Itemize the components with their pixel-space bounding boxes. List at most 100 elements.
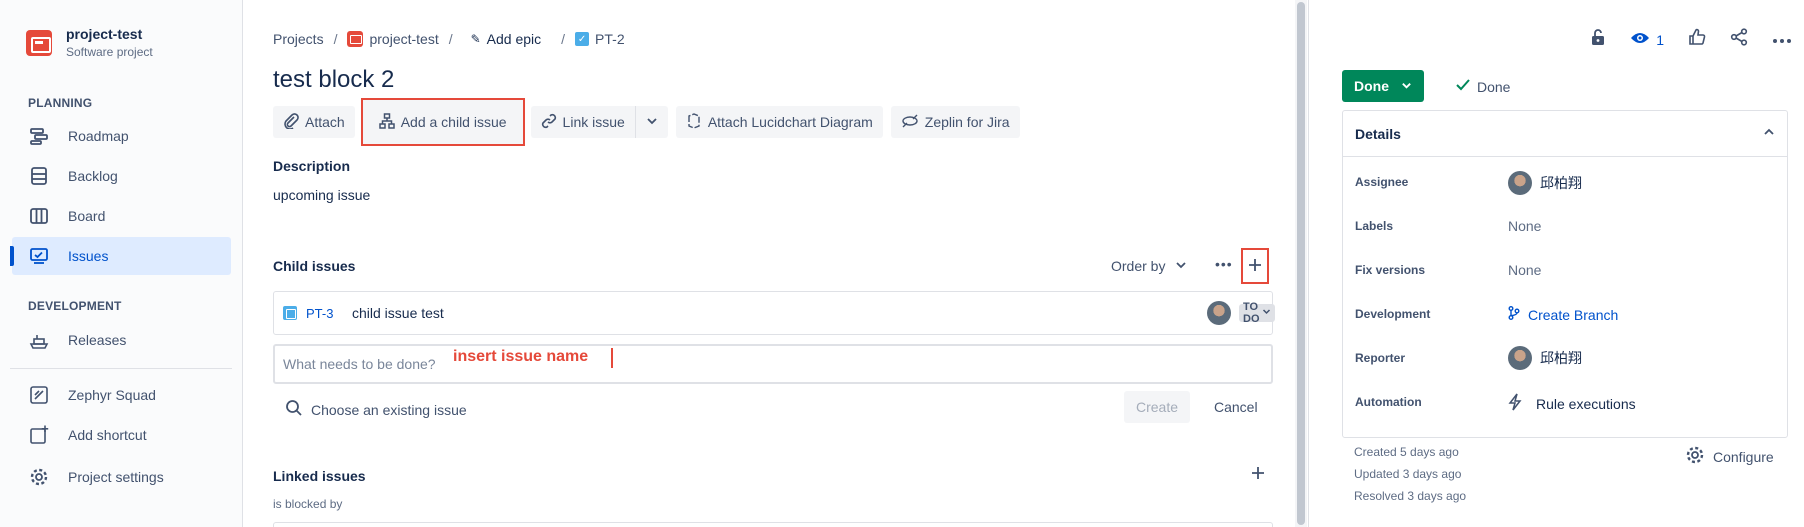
link-issue-dropdown[interactable] xyxy=(634,106,668,138)
sidebar-item-board[interactable]: Board xyxy=(12,197,231,235)
breadcrumb-separator: / xyxy=(333,31,338,47)
plus-icon xyxy=(1248,255,1262,278)
labels-value[interactable]: None xyxy=(1508,218,1541,234)
create-button[interactable]: Create xyxy=(1124,391,1191,423)
board-icon xyxy=(28,205,50,227)
add-child-issue-label: Add a child issue xyxy=(400,114,507,130)
issue-title[interactable]: test block 2 xyxy=(273,66,394,94)
breadcrumb-issue[interactable]: ✓ PT-2 xyxy=(575,31,625,47)
details-header[interactable]: Details xyxy=(1343,111,1787,157)
add-linked-issue-button[interactable] xyxy=(1251,463,1265,486)
project-header[interactable]: project-test Software project xyxy=(26,26,153,59)
attach-button[interactable]: Attach xyxy=(273,106,355,138)
hierarchy-icon xyxy=(378,112,395,132)
sidebar-item-backlog[interactable]: Backlog xyxy=(12,157,231,195)
add-shortcut-icon xyxy=(28,424,50,446)
chevron-down-icon xyxy=(1175,258,1187,274)
watchers-button[interactable]: 1 xyxy=(1630,31,1664,48)
sidebar-item-add-shortcut[interactable]: Add shortcut xyxy=(12,416,231,454)
project-name: project-test xyxy=(66,26,143,42)
details-title: Details xyxy=(1355,125,1401,142)
sidebar-item-releases[interactable]: Releases xyxy=(12,321,231,359)
annotation-text: insert issue name xyxy=(453,348,589,365)
scrollbar-thumb[interactable] xyxy=(1297,2,1305,525)
sidebar: project-test Software project PLANNING R… xyxy=(0,0,243,527)
pencil-icon: ✎ xyxy=(470,32,481,46)
breadcrumb-issue-label: PT-2 xyxy=(595,31,625,47)
zeplin-icon xyxy=(901,113,919,132)
assignee-label: Assignee xyxy=(1355,175,1409,189)
attach-lucidchart-button[interactable]: Attach Lucidchart Diagram xyxy=(675,106,883,138)
details-panel: Details Assignee 邱柏翔 Labels None Fix ver… xyxy=(1342,110,1788,438)
sidebar-item-label: Zephyr Squad xyxy=(68,387,156,403)
planning-section-label: PLANNING xyxy=(28,96,93,110)
status-transition-button[interactable]: Done xyxy=(1342,70,1424,102)
create-branch-link[interactable]: Create Branch xyxy=(1508,306,1618,323)
sidebar-divider xyxy=(10,368,232,369)
create-branch-label: Create Branch xyxy=(1528,306,1619,323)
more-options-icon[interactable]: ••• xyxy=(1215,256,1233,272)
more-actions-icon[interactable] xyxy=(1772,31,1792,49)
avatar xyxy=(1508,346,1532,370)
assignee-value[interactable]: 邱柏翔 xyxy=(1508,171,1582,195)
add-child-issue-button[interactable]: Add a child issue xyxy=(360,98,525,146)
chevron-down-icon xyxy=(1401,78,1412,94)
cancel-button[interactable]: Cancel xyxy=(1204,391,1268,423)
automation-label: Automation xyxy=(1355,395,1422,409)
reporter-value[interactable]: 邱柏翔 xyxy=(1508,346,1582,370)
thumbs-up-icon[interactable] xyxy=(1688,28,1706,51)
configure-button[interactable]: Configure xyxy=(1685,445,1774,468)
resolved-timestamp: Resolved 3 days ago xyxy=(1354,489,1467,503)
is-blocked-by-label: is blocked by xyxy=(273,497,343,511)
rule-executions-link[interactable]: Rule executions xyxy=(1508,393,1636,414)
chevron-down-icon xyxy=(1262,307,1271,319)
sidebar-item-project-settings[interactable]: Project settings xyxy=(12,458,231,496)
link-issue-button[interactable]: Link issue xyxy=(530,106,635,138)
breadcrumb-add-epic[interactable]: ✎ Add epic xyxy=(471,31,542,47)
breadcrumb-projects[interactable]: Projects xyxy=(273,31,324,47)
new-child-issue-input[interactable] xyxy=(283,356,443,372)
child-issue-summary[interactable]: child issue test xyxy=(352,305,444,321)
child-issue-row[interactable]: PT-3 child issue test TO DO xyxy=(273,291,1275,335)
text-cursor xyxy=(611,348,613,368)
subtask-icon xyxy=(283,306,297,320)
status-label: TO DO xyxy=(1243,301,1260,325)
add-child-plus-button[interactable] xyxy=(1241,248,1269,284)
fix-versions-value[interactable]: None xyxy=(1508,262,1541,278)
description-text[interactable]: upcoming issue xyxy=(273,187,370,203)
roadmap-icon xyxy=(28,125,50,147)
breadcrumb-project-label: project-test xyxy=(369,31,439,47)
status-dropdown[interactable]: TO DO xyxy=(1239,301,1275,325)
resolution-label: Done xyxy=(1477,78,1511,95)
sidebar-item-issues[interactable]: Issues xyxy=(10,237,231,275)
avatar xyxy=(1207,301,1231,325)
chevron-up-icon xyxy=(1763,126,1775,141)
order-by-dropdown[interactable]: Order by xyxy=(1111,258,1187,274)
breadcrumb-project[interactable]: project-test xyxy=(347,31,439,47)
sidebar-item-label: Add shortcut xyxy=(68,427,147,443)
new-child-input-row: insert issue name xyxy=(273,344,1273,384)
unlock-icon[interactable] xyxy=(1590,28,1606,51)
child-issue-key[interactable]: PT-3 xyxy=(306,306,333,321)
sidebar-item-label: Roadmap xyxy=(68,128,129,144)
development-section-label: DEVELOPMENT xyxy=(28,299,122,313)
linked-issue-row[interactable] xyxy=(273,522,1273,527)
releases-icon xyxy=(28,329,50,351)
choose-existing-issue-button[interactable]: Choose an existing issue xyxy=(285,399,467,420)
share-icon[interactable] xyxy=(1730,28,1748,51)
search-icon xyxy=(285,399,303,420)
zeplin-button[interactable]: Zeplin for Jira xyxy=(890,106,1020,138)
lucidchart-icon xyxy=(686,112,702,132)
task-icon: ✓ xyxy=(575,32,590,46)
order-by-label: Order by xyxy=(1111,258,1166,274)
issues-icon xyxy=(28,245,50,267)
attach-lucidchart-label: Attach Lucidchart Diagram xyxy=(707,114,873,130)
sidebar-item-label: Issues xyxy=(68,248,109,264)
assignee-name: 邱柏翔 xyxy=(1540,175,1582,191)
sidebar-item-zephyr-squad[interactable]: Zephyr Squad xyxy=(12,376,231,414)
project-icon xyxy=(347,31,364,47)
main-scrollbar[interactable] xyxy=(1295,0,1307,527)
zephyr-icon xyxy=(28,384,50,406)
created-timestamp: Created 5 days ago xyxy=(1354,445,1459,459)
sidebar-item-roadmap[interactable]: Roadmap xyxy=(12,117,231,155)
